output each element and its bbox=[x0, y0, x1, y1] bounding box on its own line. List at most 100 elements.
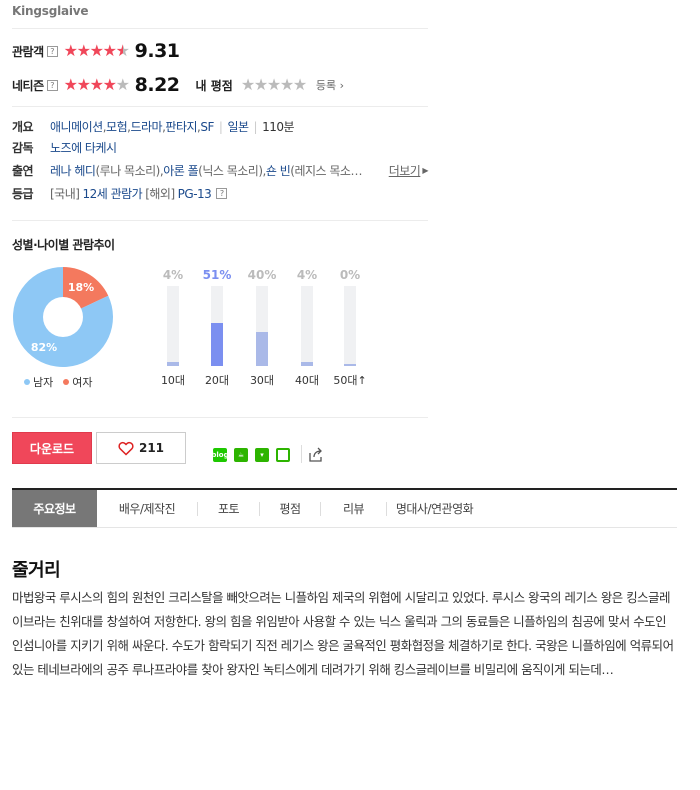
age-column: 4% 10대 bbox=[153, 268, 193, 387]
download-button[interactable]: 다운로드 bbox=[12, 432, 92, 464]
genre-link[interactable]: 판타지 bbox=[165, 118, 197, 135]
cast-role: (레지스 목소… bbox=[290, 164, 362, 178]
male-pct-label: 82% bbox=[31, 341, 57, 354]
divider bbox=[12, 28, 428, 29]
age-bar-track bbox=[344, 286, 356, 366]
register-rating-link[interactable]: 등록 › bbox=[316, 77, 344, 93]
genre-link[interactable]: SF bbox=[200, 120, 214, 134]
cast-row: 출연 레나 헤디 (루나 목소리), 아론 폴 (닉스 목소리), 숀 빈 (레지스 … bbox=[12, 162, 428, 179]
donut-hole bbox=[43, 297, 83, 337]
age-label: 40대 bbox=[294, 374, 320, 387]
age-bar bbox=[256, 332, 268, 366]
more-link[interactable]: 더보기 bbox=[389, 162, 421, 179]
help-icon[interactable]: ? bbox=[46, 45, 58, 57]
register-text: 등록 bbox=[315, 79, 337, 92]
movie-subtitle: Kingsglaive bbox=[12, 4, 89, 18]
director-link[interactable]: 노즈에 타케시 bbox=[50, 139, 117, 156]
domestic-prefix: [국내] bbox=[50, 187, 80, 201]
overseas-grade-link[interactable]: PG-13 bbox=[178, 187, 212, 201]
netizen-label-text: 네티즌 bbox=[12, 78, 44, 93]
age-label: 10대 bbox=[160, 374, 186, 387]
separator: | bbox=[218, 119, 223, 134]
star-half-icon: ★ bbox=[115, 41, 130, 60]
age-label: 30대 bbox=[249, 374, 275, 387]
gender-donut-chart: 18% 82% bbox=[12, 267, 113, 367]
synopsis-text: 마법왕국 루시스의 힘의 원천인 크리스탈을 빼앗으려는 니플하임 제국의 위협… bbox=[12, 590, 674, 677]
director-row: 감독 노즈에 타케시 bbox=[12, 139, 117, 156]
grade-row: 등급 [국내] 12세 관람가 [해외] PG-13 ? bbox=[12, 185, 228, 202]
tab-review[interactable]: 리뷰 bbox=[321, 490, 386, 527]
tab-main-info[interactable]: 주요정보 bbox=[12, 490, 97, 527]
caret-right-icon[interactable]: ▶ bbox=[422, 166, 428, 175]
age-column: 0% 50대↑ bbox=[330, 268, 370, 387]
female-legend-dot bbox=[63, 379, 70, 385]
cast-link[interactable]: 레나 헤디 bbox=[50, 162, 96, 179]
memo-share-icon[interactable] bbox=[276, 448, 290, 462]
audience-rating-label: 관람객 ? bbox=[12, 43, 58, 60]
help-icon[interactable]: ? bbox=[46, 79, 58, 91]
age-bar-track bbox=[256, 286, 268, 366]
chevron-right-icon: › bbox=[339, 79, 344, 92]
age-label: 50대↑ bbox=[333, 374, 367, 387]
age-column: 4% 40대 bbox=[287, 268, 327, 387]
divider bbox=[12, 220, 428, 221]
age-bar-track bbox=[211, 286, 223, 366]
genre-link[interactable]: 애니메이션 bbox=[50, 118, 103, 135]
demographics-title: 성별·나이별 관람추이 bbox=[12, 238, 115, 252]
country-link[interactable]: 일본 bbox=[227, 118, 249, 135]
director-key: 감독 bbox=[12, 141, 34, 155]
star-icon: ★ bbox=[89, 41, 104, 60]
cast-role: (루나 목소리) bbox=[95, 164, 160, 178]
male-legend-label: 남자 bbox=[33, 376, 54, 389]
synopsis-title: 줄거리 bbox=[12, 560, 61, 581]
male-legend-dot bbox=[24, 379, 30, 385]
star-icon: ★ bbox=[102, 41, 117, 60]
tab-cast-crew[interactable]: 배우/제작진 bbox=[97, 490, 197, 527]
my-rating-stars[interactable]: ★ ★ ★ ★ ★ bbox=[241, 76, 307, 94]
star-icon[interactable]: ★ bbox=[241, 76, 255, 94]
age-pct-label: 0% bbox=[339, 268, 361, 282]
audience-stars: ★ ★ ★ ★ ★ bbox=[64, 41, 130, 60]
cast-link[interactable]: 숀 빈 bbox=[266, 162, 291, 179]
tab-rating[interactable]: 평점 bbox=[260, 490, 320, 527]
star-icon: ★ bbox=[115, 75, 130, 94]
star-icon[interactable]: ★ bbox=[280, 76, 294, 94]
star-icon[interactable]: ★ bbox=[293, 76, 307, 94]
age-bar bbox=[167, 362, 179, 366]
audience-rating: 관람객 ? ★ ★ ★ ★ ★ 9.31 bbox=[12, 40, 180, 62]
age-bar bbox=[211, 323, 223, 366]
cafe-share-icon[interactable]: ☕ bbox=[234, 448, 248, 462]
netizen-stars: ★ ★ ★ ★ ★ bbox=[63, 75, 130, 94]
blog-share-icon[interactable]: blog bbox=[211, 448, 229, 462]
netizen-rating-label: 네티즌 ? bbox=[12, 77, 58, 94]
runtime: 110분 bbox=[262, 120, 295, 134]
star-icon[interactable]: ★ bbox=[254, 76, 268, 94]
help-icon[interactable]: ? bbox=[216, 188, 228, 199]
star-icon[interactable]: ★ bbox=[267, 76, 281, 94]
overseas-prefix: [해외] bbox=[145, 187, 175, 201]
tab-quotes-related[interactable]: 명대사/연관영화 bbox=[387, 490, 482, 527]
my-rating-label: 내 평점 bbox=[195, 78, 233, 93]
age-bar bbox=[344, 364, 356, 366]
star-icon: ★ bbox=[102, 75, 117, 94]
age-column: 40% 30대 bbox=[242, 268, 282, 387]
age-pct-label: 40% bbox=[247, 268, 277, 282]
genre-link[interactable]: 드라마 bbox=[130, 118, 162, 135]
overview-key: 개요 bbox=[12, 120, 34, 134]
bookmark-share-icon[interactable]: ▾ bbox=[255, 448, 269, 462]
audience-score: 9.31 bbox=[134, 40, 180, 62]
like-button[interactable]: 211 bbox=[96, 432, 186, 464]
like-count: 211 bbox=[138, 441, 165, 455]
age-bar-track bbox=[301, 286, 313, 366]
cast-link[interactable]: 아론 폴 bbox=[163, 162, 198, 179]
star-icon: ★ bbox=[76, 41, 91, 60]
share-icon[interactable] bbox=[308, 447, 324, 463]
star-icon: ★ bbox=[63, 75, 78, 94]
genre-link[interactable]: 모험 bbox=[106, 118, 128, 135]
separator: | bbox=[253, 119, 258, 134]
age-column: 51% 20대 bbox=[197, 268, 237, 387]
star-icon: ★ bbox=[76, 75, 91, 94]
audience-label-text: 관람객 bbox=[12, 44, 44, 59]
tab-photo[interactable]: 포토 bbox=[198, 490, 259, 527]
domestic-grade-link[interactable]: 12세 관람가 bbox=[82, 185, 142, 202]
